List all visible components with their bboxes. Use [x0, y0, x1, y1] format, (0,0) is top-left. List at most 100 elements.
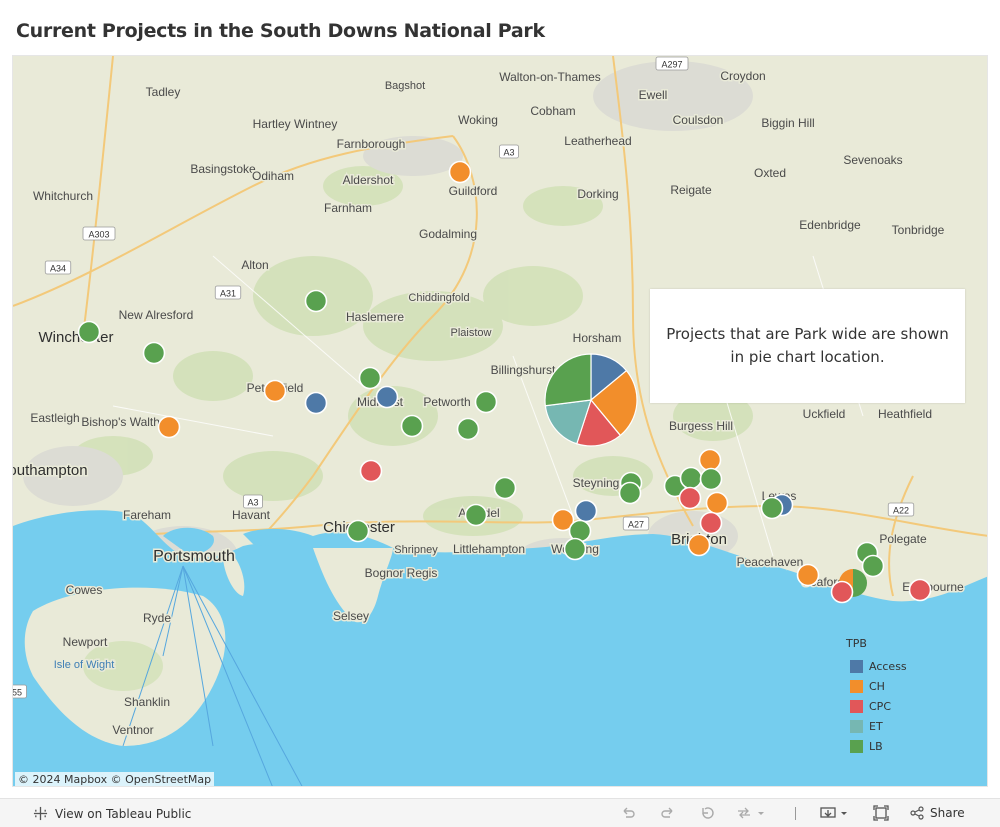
project-point-lb[interactable] — [346, 519, 370, 543]
project-point-lb[interactable] — [760, 496, 784, 520]
project-point-lb[interactable] — [563, 537, 587, 561]
place-label: Shanklin — [124, 695, 170, 709]
refresh-dropdown-icon[interactable] — [734, 804, 768, 822]
place-label: Isle of Wight — [54, 659, 115, 671]
legend-item-cpc[interactable]: CPC — [846, 696, 907, 716]
tpb-legend[interactable]: TPB Access CH CPC ET LB — [846, 637, 907, 756]
road-label: A303 — [88, 230, 109, 240]
view-on-tableau-public-link[interactable]: View on Tableau Public — [33, 806, 191, 821]
project-point-lb[interactable] — [456, 417, 480, 441]
legend-item-lb[interactable]: LB — [846, 736, 907, 756]
place-label: Aldershot — [343, 173, 394, 187]
download-dropdown-icon[interactable] — [818, 804, 852, 822]
place-label: Peacehaven — [737, 555, 804, 569]
legend-title: TPB — [846, 637, 867, 650]
map-attribution[interactable]: © 2024 Mapbox © OpenStreetMap — [15, 772, 215, 786]
place-label: Odiham — [252, 169, 294, 183]
road-label: A3 — [503, 148, 514, 158]
project-point-lb[interactable] — [358, 366, 382, 390]
place-label: Southampton — [13, 462, 88, 479]
legend-label: CPC — [869, 699, 891, 713]
project-point-ch[interactable] — [448, 160, 472, 184]
project-point-lb[interactable] — [679, 466, 703, 490]
project-point-ch[interactable] — [687, 533, 711, 557]
place-label: New Alresford — [119, 308, 194, 322]
legend-label: CH — [869, 679, 885, 693]
place-label: Bagshot — [385, 80, 425, 92]
park-wide-callout: Projects that are Park wide are shown in… — [650, 289, 965, 403]
project-point-access[interactable] — [375, 385, 399, 409]
project-point-ch[interactable] — [698, 448, 722, 472]
legend-item-et[interactable]: ET — [846, 716, 907, 736]
project-point-ch[interactable] — [263, 379, 287, 403]
project-point-ch[interactable] — [705, 491, 729, 515]
place-label: Croydon — [720, 69, 765, 83]
project-point-lb[interactable] — [77, 320, 101, 344]
place-label: Newport — [63, 635, 108, 649]
road-label: A297 — [661, 60, 682, 70]
project-point-access[interactable] — [304, 391, 328, 415]
legend-item-access[interactable]: Access — [846, 656, 907, 676]
map-canvas[interactable]: Tadley Bagshot Hartley Wintney Farnborough W… — [13, 56, 988, 787]
legend-items[interactable]: Access CH CPC ET LB — [846, 656, 907, 756]
road-shield: A34 — [44, 260, 72, 275]
road-label: 55 — [13, 688, 22, 698]
project-point-ch[interactable] — [157, 415, 181, 439]
redo-icon[interactable] — [658, 804, 678, 822]
place-label: Dorking — [577, 187, 618, 201]
place-label: Ryde — [143, 611, 171, 625]
place-label: Reigate — [670, 183, 712, 197]
place-label: Woking — [458, 113, 498, 127]
project-point-access[interactable] — [574, 499, 598, 523]
share-button[interactable]: Share — [910, 806, 965, 820]
place-label: Steyning — [573, 476, 620, 490]
road-label: A27 — [628, 520, 644, 530]
project-point-cpc[interactable] — [908, 578, 932, 602]
place-label: Portsmouth — [153, 548, 235, 565]
place-label: Petworth — [423, 395, 470, 409]
revert-icon[interactable] — [698, 804, 718, 822]
road-label: A22 — [893, 506, 909, 516]
place-label: Uckfield — [803, 407, 846, 421]
place-label: Billingshurst — [491, 363, 556, 377]
road-shield: A22 — [887, 502, 915, 517]
place-label: Tonbridge — [892, 223, 945, 237]
legend-swatch — [850, 659, 863, 673]
legend-item-ch[interactable]: CH — [846, 676, 907, 696]
road-label: A31 — [220, 289, 236, 299]
place-label: Godalming — [419, 227, 477, 241]
project-point-cpc[interactable] — [359, 459, 383, 483]
project-point-lb[interactable] — [400, 414, 424, 438]
place-label: Bognor Regis — [365, 566, 438, 580]
place-label: Basingstoke — [190, 162, 256, 176]
project-point-cpc[interactable] — [699, 511, 723, 535]
project-point-lb[interactable] — [142, 341, 166, 365]
project-point-lb[interactable] — [304, 289, 328, 313]
road-shield: A27 — [622, 516, 650, 531]
map-view[interactable]: Tadley Bagshot Hartley Wintney Farnborough W… — [12, 55, 988, 787]
place-label: Ventnor — [112, 723, 153, 737]
project-point-lb[interactable] — [474, 390, 498, 414]
place-label: Heathfield — [878, 407, 932, 421]
project-point-cpc[interactable] — [678, 486, 702, 510]
road-shield: A31 — [214, 285, 242, 300]
legend-label: ET — [869, 719, 883, 733]
legend-swatch — [850, 719, 863, 733]
place-label: Eastleigh — [30, 411, 79, 425]
project-point-lb[interactable] — [618, 481, 642, 505]
place-label: Littlehampton — [453, 542, 525, 556]
road-shield: A3 — [243, 494, 263, 509]
project-point-ch[interactable] — [796, 563, 820, 587]
project-point-lb[interactable] — [493, 476, 517, 500]
project-point-lb[interactable] — [464, 503, 488, 527]
project-point-lb[interactable] — [861, 554, 885, 578]
park-wide-pie[interactable] — [544, 353, 638, 447]
place-label: Horsham — [573, 331, 622, 345]
undo-icon[interactable] — [618, 804, 638, 822]
road-shield: A297 — [655, 56, 689, 71]
place-label: Leatherhead — [564, 134, 631, 148]
fullscreen-icon[interactable] — [871, 804, 891, 822]
project-point-lb[interactable] — [699, 467, 723, 491]
place-label: Winchester — [38, 329, 113, 346]
project-point-cpc[interactable] — [830, 580, 854, 604]
